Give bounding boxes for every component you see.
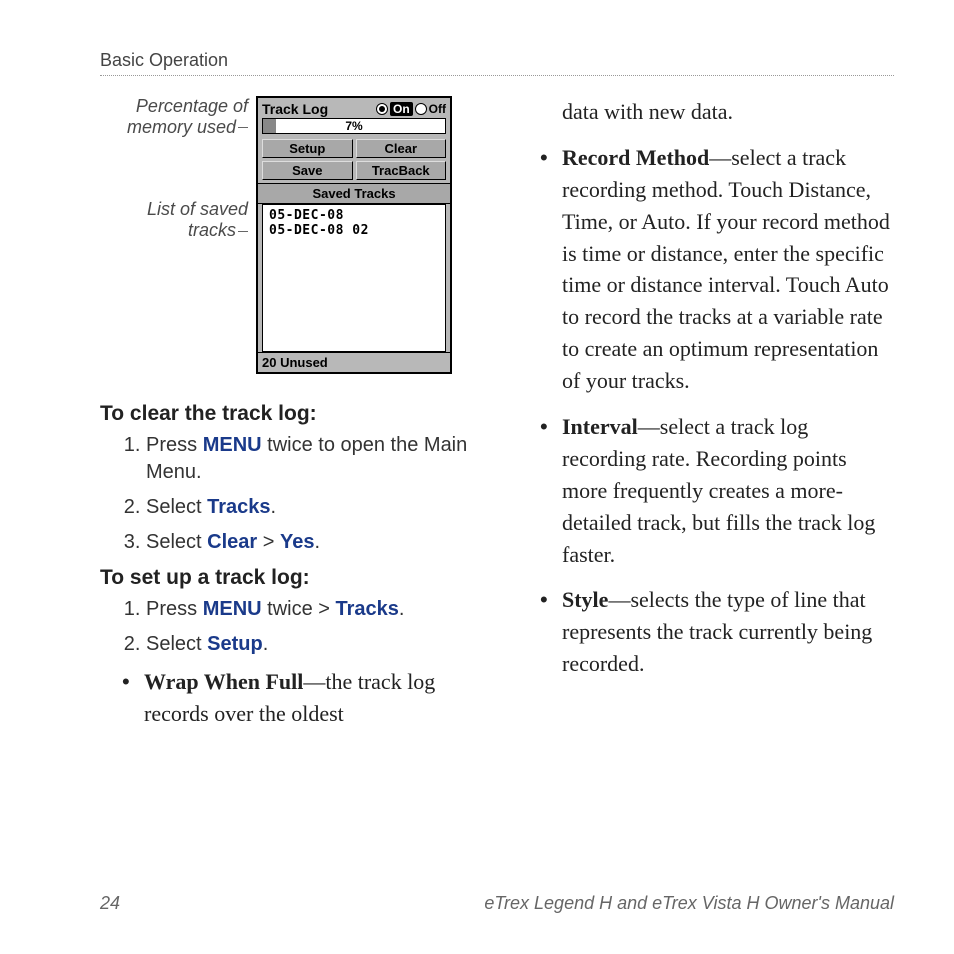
device-buttons: Setup Clear Save TracBack	[258, 136, 450, 183]
content-columns: Percentage of memory used List of saved …	[100, 96, 894, 744]
right-column: data with new data. Record Method—select…	[518, 96, 894, 744]
step: Press MENU twice to open the Main Menu.	[146, 432, 470, 486]
radio-off-label: Off	[429, 102, 446, 116]
steps-setup: Press MENU twice > Tracks. Select Setup.	[100, 596, 470, 658]
step: Select Setup.	[146, 631, 470, 658]
continuation-text: data with new data.	[518, 96, 894, 128]
heading-clear-track: To clear the track log:	[100, 402, 470, 426]
figure: Percentage of memory used List of saved …	[100, 96, 470, 374]
figure-callouts: Percentage of memory used List of saved …	[100, 96, 248, 241]
saved-tracks-header: Saved Tracks	[258, 183, 450, 204]
option-list-right: Record Method—select a track recording m…	[518, 142, 894, 680]
list-item[interactable]: 05-DEC-08 02	[269, 224, 439, 239]
radio-on-label: On	[390, 102, 413, 116]
memory-percent: 7%	[263, 119, 445, 133]
option-list-left: Wrap When Full—the track log records ove…	[100, 666, 470, 730]
callout-saved: List of saved tracks	[100, 199, 248, 240]
list-item[interactable]: 05-DEC-08	[269, 209, 439, 224]
save-button[interactable]: Save	[262, 161, 353, 180]
tracklog-title: Track Log	[262, 101, 328, 117]
footer-title: eTrex Legend H and eTrex Vista H Owner's…	[484, 893, 894, 914]
step: Select Clear > Yes.	[146, 529, 470, 556]
divider	[100, 75, 894, 76]
device-screen: Track Log On Off 7% Setup	[256, 96, 452, 374]
left-column: Percentage of memory used List of saved …	[100, 96, 470, 744]
radio-on-icon	[376, 103, 388, 115]
memory-row: 7%	[258, 118, 450, 136]
tracback-button[interactable]: TracBack	[356, 161, 447, 180]
step: Select Tracks.	[146, 494, 470, 521]
section-header: Basic Operation	[100, 50, 894, 71]
steps-clear: Press MENU twice to open the Main Menu. …	[100, 432, 470, 556]
page-footer: 24 eTrex Legend H and eTrex Vista H Owne…	[100, 893, 894, 914]
onoff-toggle[interactable]: On Off	[376, 102, 446, 116]
option-record-method: Record Method—select a track recording m…	[540, 142, 894, 397]
page-number: 24	[100, 893, 120, 914]
step: Press MENU twice > Tracks.	[146, 596, 470, 623]
device-header: Track Log On Off	[258, 98, 450, 118]
saved-tracks-list[interactable]: 05-DEC-08 05-DEC-08 02	[262, 204, 446, 352]
heading-setup-track: To set up a track log:	[100, 566, 470, 590]
option-style: Style—selects the type of line that repr…	[540, 584, 894, 680]
radio-off-icon	[415, 103, 427, 115]
memory-bar: 7%	[262, 118, 446, 134]
callout-memory: Percentage of memory used	[100, 96, 248, 137]
clear-button[interactable]: Clear	[356, 139, 447, 158]
option-wrap: Wrap When Full—the track log records ove…	[122, 666, 470, 730]
setup-button[interactable]: Setup	[262, 139, 353, 158]
option-interval: Interval—select a track log recording ra…	[540, 411, 894, 570]
status-bar: 20 Unused	[258, 352, 450, 372]
